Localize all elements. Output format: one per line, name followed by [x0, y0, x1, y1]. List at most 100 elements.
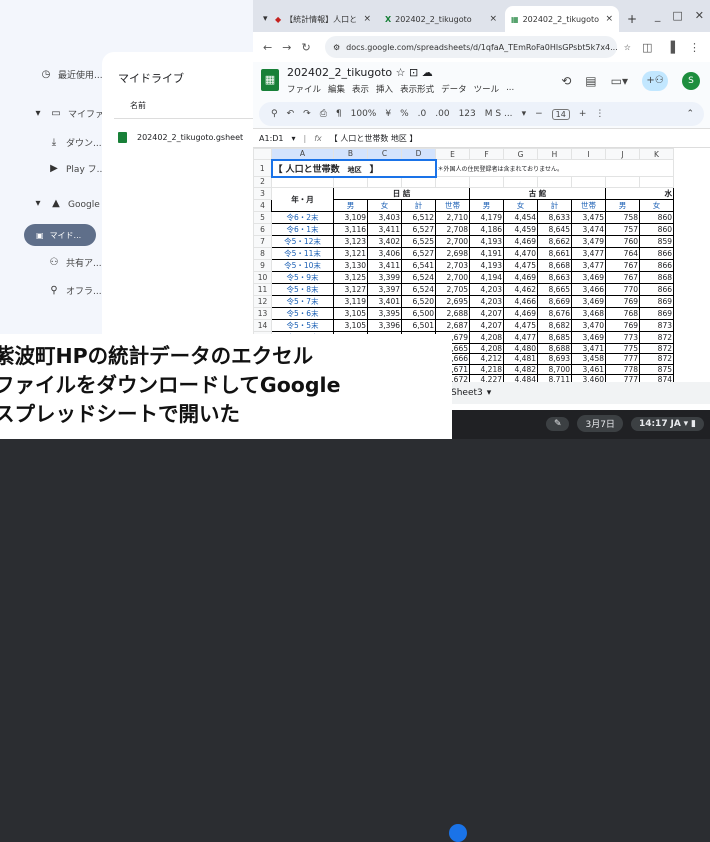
value-cell[interactable]: 3,397 — [367, 282, 402, 296]
sidepanel-icon[interactable]: ▐ — [667, 41, 675, 54]
cell[interactable] — [605, 176, 640, 188]
value-cell[interactable]: 2,705 — [435, 282, 470, 296]
sub-header[interactable]: 女 — [367, 198, 402, 212]
row-header[interactable]: 2 — [253, 176, 272, 188]
sub-header[interactable]: 女 — [639, 198, 674, 212]
value-cell[interactable]: 6,512 — [401, 210, 436, 224]
value-cell[interactable]: 764 — [605, 246, 640, 260]
row-header[interactable]: 11 — [253, 282, 272, 296]
value-cell[interactable]: 3,109 — [333, 210, 368, 224]
column-header[interactable]: H — [537, 148, 572, 160]
font-size-increase[interactable]: + — [579, 109, 587, 119]
value-cell[interactable]: 4,459 — [503, 222, 538, 236]
value-cell[interactable]: 4,477 — [503, 330, 538, 344]
value-cell[interactable]: 3,406 — [367, 246, 402, 260]
maximize-icon[interactable]: □ — [672, 9, 682, 22]
value-cell[interactable]: 859 — [639, 234, 674, 248]
value-cell[interactable]: 4,186 — [469, 222, 504, 236]
sidebar-item-play[interactable]: ▶ Play フ... — [48, 162, 105, 175]
files-app-icon[interactable] — [449, 824, 467, 842]
sub-header[interactable]: 計 — [537, 198, 572, 212]
value-cell[interactable]: 6,527 — [401, 222, 436, 236]
value-cell[interactable]: 4,212 — [469, 353, 504, 365]
date-cell[interactable]: 令5・5末 — [271, 318, 334, 332]
move-icon[interactable]: ⊡ — [409, 66, 418, 79]
sidebar-item-recent[interactable]: ◷ 最近使用... — [40, 68, 103, 81]
sub-header[interactable]: 男 — [469, 198, 504, 212]
menu-edit[interactable]: 編集 — [328, 83, 345, 95]
address-bar[interactable]: ⚙ docs.google.com/spreadsheets/d/1qfaA_T… — [325, 36, 631, 58]
cell[interactable] — [401, 176, 436, 188]
value-cell[interactable]: 3,401 — [367, 294, 402, 308]
value-cell[interactable]: 4,191 — [469, 246, 504, 260]
value-cell[interactable]: 8,663 — [537, 270, 572, 284]
value-cell[interactable]: 3,399 — [367, 270, 402, 284]
cell[interactable] — [435, 176, 470, 188]
district-header[interactable]: 古 館 — [469, 186, 606, 200]
column-header[interactable]: A — [271, 148, 334, 160]
value-cell[interactable]: 3,475 — [571, 210, 606, 224]
redo-icon[interactable]: ↷ — [303, 109, 311, 119]
name-column-header[interactable]: 名前 — [130, 100, 146, 111]
value-cell[interactable]: 778 — [605, 363, 640, 375]
column-header[interactable]: G — [503, 148, 538, 160]
column-header[interactable]: E — [435, 148, 470, 160]
value-cell[interactable]: 6,520 — [401, 294, 436, 308]
value-cell[interactable]: 3,469 — [571, 270, 606, 284]
decrease-decimal-button[interactable]: .0 — [418, 109, 427, 119]
value-cell[interactable]: 3,471 — [571, 342, 606, 354]
date-cell[interactable]: 令5・12末 — [271, 234, 334, 248]
share-button[interactable]: +⚇ — [642, 71, 668, 91]
value-cell[interactable]: 3,125 — [333, 270, 368, 284]
meet-icon[interactable]: ▭▾ — [611, 74, 628, 88]
value-cell[interactable]: 6,500 — [401, 306, 436, 320]
font-size-decrease[interactable]: − — [535, 109, 543, 119]
formula-input[interactable]: 【 人口と世帯数 地区 】 — [330, 133, 418, 144]
value-cell[interactable]: 6,541 — [401, 258, 436, 272]
file-row[interactable]: 202402_2_tikugoto.gsheet — [118, 132, 243, 143]
date-cell[interactable]: 令5・7末 — [271, 294, 334, 308]
date-cell[interactable]: 令5・9末 — [271, 270, 334, 284]
menu-view[interactable]: 表示 — [352, 83, 369, 95]
close-icon[interactable]: × — [363, 14, 371, 24]
value-cell[interactable]: 769 — [605, 294, 640, 308]
extensions-icon[interactable]: ◫ — [642, 41, 652, 54]
menu-insert[interactable]: 挿入 — [376, 83, 393, 95]
value-cell[interactable]: 8,688 — [537, 342, 572, 354]
value-cell[interactable]: 8,669 — [537, 294, 572, 308]
value-cell[interactable]: 3,466 — [571, 282, 606, 296]
date-cell[interactable]: 令5・10末 — [271, 258, 334, 272]
row-header[interactable]: 7 — [253, 234, 272, 248]
value-cell[interactable]: 8,685 — [537, 330, 572, 344]
value-cell[interactable]: 6,524 — [401, 270, 436, 284]
menu-file[interactable]: ファイル — [287, 83, 321, 95]
value-cell[interactable]: 2,710 — [435, 210, 470, 224]
value-cell[interactable]: 3,105 — [333, 306, 368, 320]
star-icon[interactable]: ☆ — [396, 66, 406, 79]
sidebar-item-my-drive[interactable]: ▣ マイド... — [24, 224, 96, 246]
value-cell[interactable]: 4,481 — [503, 353, 538, 365]
value-cell[interactable]: 869 — [639, 306, 674, 320]
value-cell[interactable]: 4,469 — [503, 270, 538, 284]
value-cell[interactable]: 868 — [639, 270, 674, 284]
history-icon[interactable]: ⟲ — [561, 74, 571, 88]
row-header[interactable]: 8 — [253, 246, 272, 260]
value-cell[interactable]: 4,466 — [503, 294, 538, 308]
column-header[interactable]: C — [367, 148, 402, 160]
sidebar-item-shared[interactable]: ⚇ 共有ア... — [48, 256, 102, 269]
value-cell[interactable]: 8,700 — [537, 363, 572, 375]
value-cell[interactable]: 4,208 — [469, 342, 504, 354]
row-header[interactable]: 5 — [253, 210, 272, 224]
value-cell[interactable]: 8,662 — [537, 234, 572, 248]
value-cell[interactable]: 3,403 — [367, 210, 402, 224]
value-cell[interactable]: 866 — [639, 258, 674, 272]
avatar[interactable]: S — [682, 72, 700, 90]
number-format-button[interactable]: 123 — [459, 109, 476, 119]
menu-tools[interactable]: ツール — [474, 83, 500, 95]
undo-icon[interactable]: ↶ — [287, 109, 295, 119]
value-cell[interactable]: 770 — [605, 282, 640, 296]
font-select[interactable]: M S ... — [485, 109, 513, 119]
value-cell[interactable]: 6,501 — [401, 318, 436, 332]
sheets-logo-icon[interactable]: ▦ — [261, 69, 279, 91]
value-cell[interactable]: 3,479 — [571, 234, 606, 248]
